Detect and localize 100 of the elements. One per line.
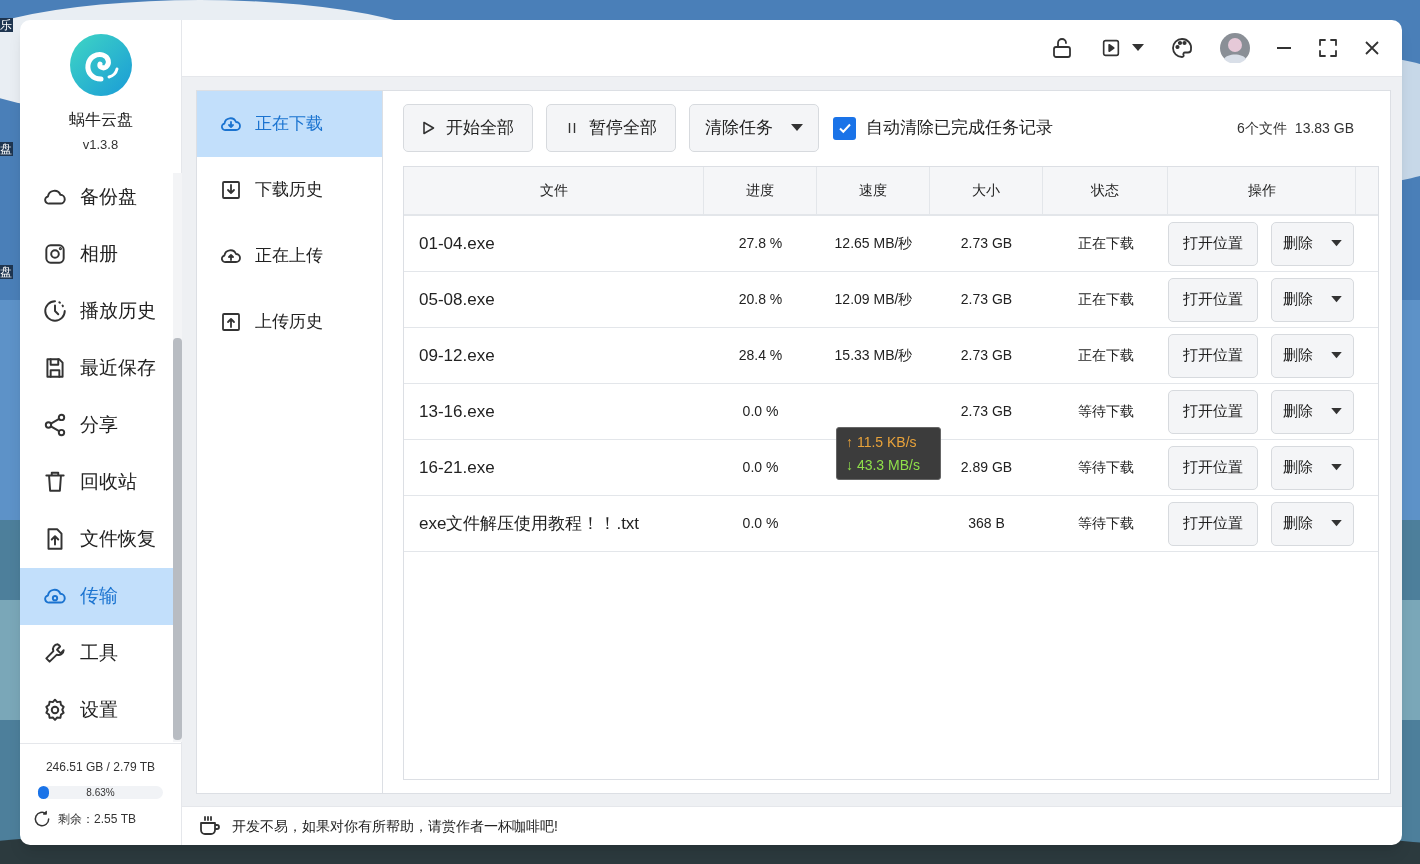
app-name: 蜗牛云盘 (68, 110, 133, 130)
download-speed: ↓ 43.3 MB/s (846, 455, 921, 475)
gear-icon (42, 697, 68, 723)
delete-dropdown[interactable]: 删除 (1271, 445, 1354, 490)
file-name: 05-08.exe (418, 288, 496, 311)
caret-icon (1331, 408, 1342, 415)
subnav-tab[interactable]: 下载历史 (197, 157, 382, 223)
app-logo-icon (68, 33, 133, 97)
desktop-icon-label: 盘 (0, 265, 13, 279)
status-cell-text: 等待下载 (1076, 402, 1135, 421)
auto-clear-label: 自动清除已完成任务记录 (866, 117, 1053, 140)
file-name: 16-21.exe (418, 456, 496, 479)
column-header: 操作 (1168, 167, 1356, 214)
column-header: 速度 (817, 167, 930, 214)
caret-icon (1331, 352, 1342, 359)
delete-dropdown[interactable]: 删除 (1271, 501, 1354, 546)
speed-cell-text: 15.33 MB/秒 (833, 346, 914, 365)
storage-percent: 8.63% (85, 786, 116, 799)
file-name: 09-12.exe (418, 344, 496, 367)
column-header: 进度 (704, 167, 817, 214)
status-cell-text: 正在下载 (1076, 346, 1135, 365)
status-cell-text: 等待下载 (1076, 514, 1135, 533)
status-cell-text: 正在下载 (1076, 290, 1135, 309)
sidebar-item[interactable]: 备份盘 (20, 168, 173, 226)
caret-icon[interactable] (1132, 44, 1144, 52)
sidebar-item[interactable]: 回收站 (20, 453, 173, 511)
avatar[interactable] (1220, 33, 1250, 63)
size-cell-text: 368 B (967, 514, 1006, 533)
auto-clear-checkbox[interactable] (833, 116, 856, 140)
open-location-button[interactable]: 打开位置 (1168, 221, 1258, 266)
sidebar-item[interactable]: 最近保存 (20, 339, 173, 397)
clock-icon (42, 298, 68, 324)
clear-tasks-dropdown[interactable]: 清除任务 (689, 104, 819, 152)
open-location-button[interactable]: 打开位置 (1168, 333, 1258, 378)
progress-cell-text: 0.0 % (741, 402, 780, 421)
palette-icon[interactable] (1170, 36, 1194, 60)
refresh-icon[interactable] (32, 809, 52, 829)
size-cell-text: 2.73 GB (959, 290, 1014, 309)
progress-cell-text: 27.8 % (737, 234, 784, 253)
progress-cell-text: 0.0 % (741, 514, 780, 533)
open-location-button[interactable]: 打开位置 (1168, 277, 1258, 322)
column-header: 大小 (930, 167, 1043, 214)
subnav-tab[interactable]: 正在下载 (197, 91, 382, 157)
size-cell-text: 2.73 GB (959, 234, 1014, 253)
size-cell-text: 2.89 GB (959, 458, 1014, 477)
progress-cell-text: 28.4 % (737, 346, 784, 365)
status-cell-text: 正在下载 (1076, 234, 1135, 253)
desktop-icon-label: 乐 (0, 18, 13, 32)
sidebar-item[interactable]: 播放历史 (20, 282, 173, 340)
column-header: 状态 (1043, 167, 1168, 214)
speed-cell-text: 12.65 MB/秒 (833, 234, 914, 253)
size-cell-text: 2.73 GB (959, 402, 1014, 421)
delete-dropdown[interactable]: 删除 (1271, 221, 1354, 266)
sidebar-item[interactable]: 传输 (20, 567, 173, 625)
caret-icon (1331, 464, 1342, 471)
status-cell-text: 等待下载 (1076, 458, 1135, 477)
sidebar-item[interactable]: 设置 (20, 681, 173, 739)
close-icon[interactable] (1364, 40, 1380, 56)
file-count: 6个文件 (1237, 118, 1287, 138)
column-header: 文件 (404, 167, 704, 214)
delete-dropdown[interactable]: 删除 (1271, 277, 1354, 322)
caret-icon (1331, 520, 1342, 527)
delete-dropdown[interactable]: 删除 (1271, 333, 1354, 378)
speed-cell-text: 12.09 MB/秒 (833, 290, 914, 309)
desktop-icon-label: 盘 (0, 142, 13, 156)
file-name: 01-04.exe (418, 232, 496, 255)
trash-icon (42, 469, 68, 495)
app-version: v1.3.8 (82, 136, 119, 154)
pause-all-button[interactable]: 暂停全部 (546, 104, 676, 152)
open-location-button[interactable]: 打开位置 (1168, 445, 1258, 490)
maximize-icon[interactable] (1318, 38, 1338, 58)
sidebar-item[interactable]: 分享 (20, 396, 173, 454)
sidebar-item[interactable]: 工具 (20, 624, 173, 682)
open-location-button[interactable]: 打开位置 (1168, 389, 1258, 434)
support-message: 开发不易，如果对你有所帮助，请赏作者一杯咖啡吧! (232, 816, 558, 836)
wrench-icon (42, 640, 68, 666)
progress-cell-text: 20.8 % (737, 290, 784, 309)
caret-icon (1331, 240, 1342, 247)
sidebar-item[interactable]: 相册 (20, 225, 173, 283)
share-icon (42, 412, 68, 438)
upload-speed: ↑ 11.5 KB/s (846, 432, 918, 452)
camera-icon (42, 241, 68, 267)
coffee-cup-icon[interactable] (198, 814, 222, 838)
upload-box-icon (219, 310, 243, 334)
total-size: 13.83 GB (1294, 118, 1354, 138)
caret-icon (791, 124, 803, 132)
unlock-icon[interactable] (1050, 36, 1074, 60)
sidebar-item[interactable]: 文件恢复 (20, 510, 173, 568)
size-cell-text: 2.73 GB (959, 346, 1014, 365)
play-icon[interactable] (1100, 37, 1122, 59)
start-all-button[interactable]: 开始全部 (403, 104, 533, 152)
progress-cell-text: 0.0 % (741, 458, 780, 477)
file-name: exe文件解压使用教程！！.txt (418, 512, 641, 535)
subnav-tab[interactable]: 正在上传 (197, 223, 382, 289)
file-name: 13-16.exe (418, 400, 496, 423)
scrollbar[interactable] (173, 173, 182, 742)
play-icon (422, 121, 436, 135)
subnav-tab[interactable]: 上传历史 (197, 289, 382, 355)
open-location-button[interactable]: 打开位置 (1168, 501, 1258, 546)
delete-dropdown[interactable]: 删除 (1271, 389, 1354, 434)
